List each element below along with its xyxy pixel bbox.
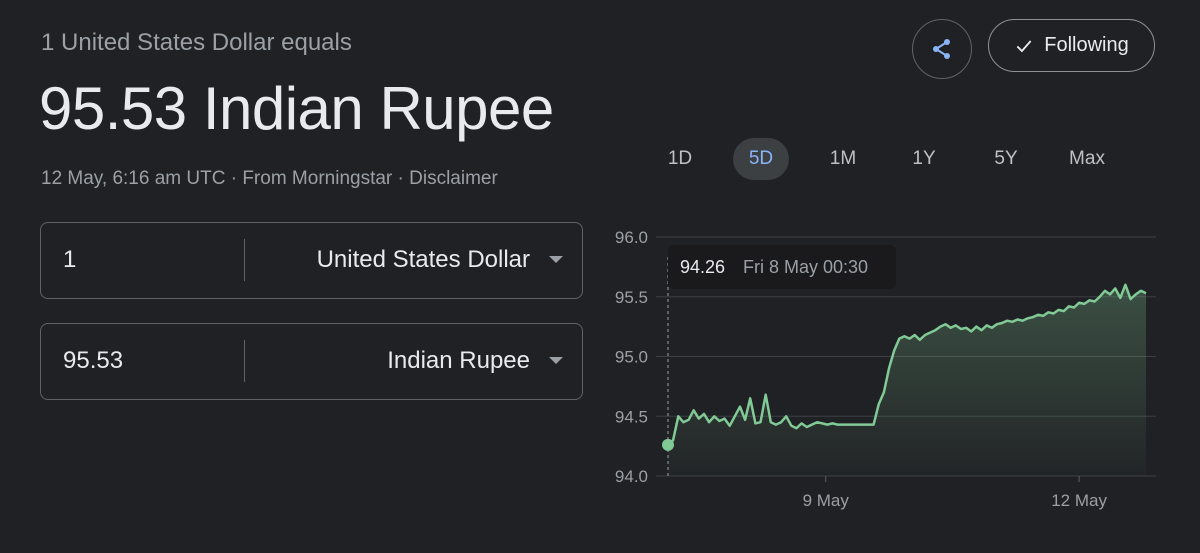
y-tick-label: 94.0 [615, 467, 648, 486]
tooltip-label: Fri 8 May 00:30 [743, 257, 868, 277]
y-tick-label: 95.5 [615, 288, 648, 307]
y-tick-label: 95.0 [615, 348, 648, 367]
y-tick-label: 96.0 [615, 228, 648, 247]
y-tick-label: 94.5 [615, 407, 648, 426]
x-tick-label: 12 May [1051, 491, 1107, 510]
x-tick-label: 9 May [803, 491, 850, 510]
tooltip-value: 94.26 [680, 257, 725, 277]
series-area [668, 284, 1146, 476]
price-chart[interactable]: 96.0 95.5 95.0 94.5 94.0 9 May 12 May 94.26 Fri … [0, 0, 1200, 553]
hover-point [662, 438, 674, 451]
